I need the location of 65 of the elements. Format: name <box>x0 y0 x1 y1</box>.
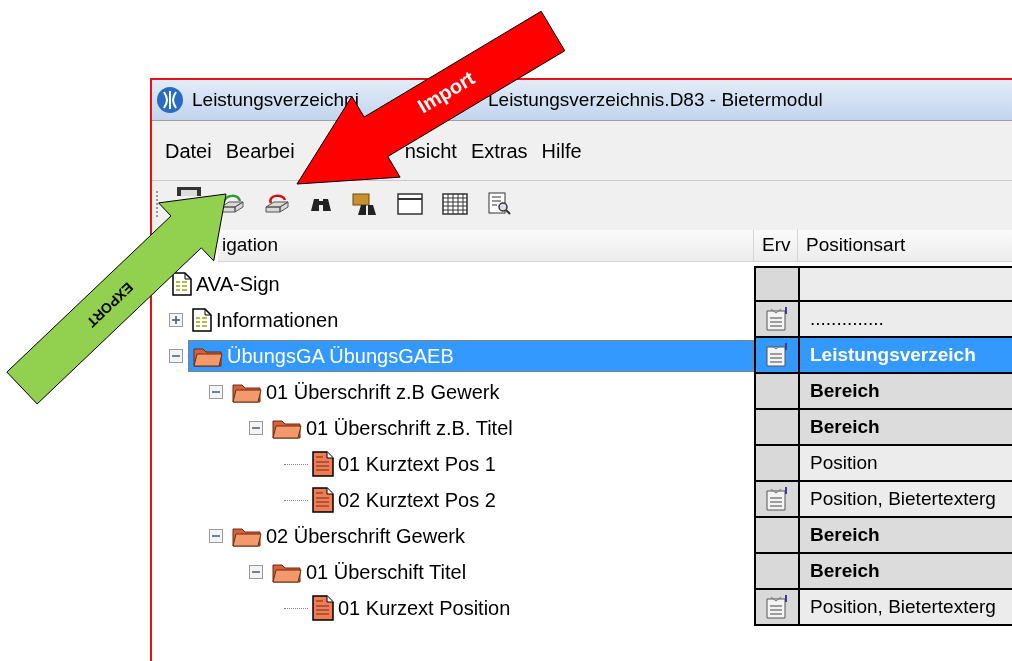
tree-label: ÜbungsGA ÜbungsGAEB <box>227 344 454 369</box>
tree-connector <box>284 607 308 609</box>
column-header[interactable]: Positionsart <box>798 230 1012 262</box>
tree-label: 01 Kurzext Position <box>338 596 511 621</box>
tree-label: 01 Kurztext Pos 1 <box>338 452 496 477</box>
table-cell: .............. <box>798 302 1012 338</box>
table-cell: Position <box>798 446 1012 482</box>
note-icon <box>764 486 790 512</box>
tree-item[interactable]: 02 Überschrift Gewerk <box>228 520 469 552</box>
tree-label: 01 Überschift Titel <box>306 560 467 585</box>
tree-label: 01 Überschrift z.B. Titel <box>306 416 513 441</box>
table-icon[interactable] <box>441 190 469 217</box>
menu-item[interactable]: nsicht <box>404 135 457 166</box>
expander-icon[interactable] <box>209 529 223 543</box>
window-icon[interactable] <box>396 190 424 217</box>
note-icon <box>764 306 790 332</box>
window-title: Leistungsverzeichnis.D83 - Bietermodul <box>488 87 823 112</box>
tree-label: Informationen <box>216 308 339 333</box>
folder-icon <box>232 525 262 547</box>
menu-item[interactable]: Hilfe <box>541 135 582 166</box>
expander-icon[interactable] <box>249 421 263 435</box>
table-cell: Bereich <box>798 410 1012 446</box>
table-cell: Leistungsverzeich <box>798 338 1012 374</box>
folder-icon <box>232 381 262 403</box>
note-icon <box>764 342 790 368</box>
expander-icon[interactable] <box>169 313 183 327</box>
tree-item[interactable]: AVA-Sign <box>168 268 284 300</box>
tree-item[interactable]: 01 Überschift Titel <box>268 556 471 588</box>
tree-item[interactable]: Informationen <box>188 304 343 336</box>
tree-label: 01 Überschrift z.B Gewerk <box>266 380 500 405</box>
expander-icon[interactable] <box>209 385 223 399</box>
report-icon[interactable] <box>486 190 512 217</box>
tree-item[interactable]: 01 Kurztext Pos 1 <box>308 448 500 480</box>
table-cell: Position, Bietertexterg <box>798 590 1012 626</box>
tree-connector <box>284 499 308 501</box>
document-icon <box>192 308 212 332</box>
tree-item[interactable]: 01 Überschrift z.B Gewerk <box>228 376 504 408</box>
table-cell: Bereich <box>798 374 1012 410</box>
tree-label: AVA-Sign <box>196 272 280 297</box>
tree-item[interactable]: 01 Überschrift z.B. Titel <box>268 412 517 444</box>
tree-label: 02 Überschrift Gewerk <box>266 524 465 549</box>
tree-item[interactable]: 02 Kurztext Pos 2 <box>308 484 500 516</box>
menu-item[interactable]: Extras <box>470 135 528 166</box>
folder-icon <box>193 345 223 367</box>
tree-item[interactable]: 01 Kurzext Position <box>308 592 515 624</box>
document-icon <box>172 272 192 296</box>
menu-item[interactable]: Datei <box>165 135 212 166</box>
table-cell: Bereich <box>798 554 1012 590</box>
tree-label: 02 Kurztext Pos 2 <box>338 488 496 513</box>
table-cell: Position, Bietertexterg <box>798 482 1012 518</box>
expander-icon[interactable] <box>169 349 183 363</box>
note-icon <box>764 594 790 620</box>
folder-icon <box>272 561 302 583</box>
document-icon <box>312 487 334 513</box>
menu-item[interactable]: Bearbei <box>225 135 295 166</box>
folder-icon <box>272 417 302 439</box>
app-logo-icon <box>156 86 184 114</box>
column-header[interactable]: Erv <box>754 230 798 262</box>
document-icon <box>312 595 334 621</box>
table-cell: Bereich <box>798 518 1012 554</box>
folder-binoculars-icon[interactable] <box>351 190 379 217</box>
column-header[interactable]: igation <box>218 230 754 262</box>
document-icon <box>312 451 334 477</box>
expander-icon[interactable] <box>249 565 263 579</box>
tree-connector <box>284 463 308 465</box>
